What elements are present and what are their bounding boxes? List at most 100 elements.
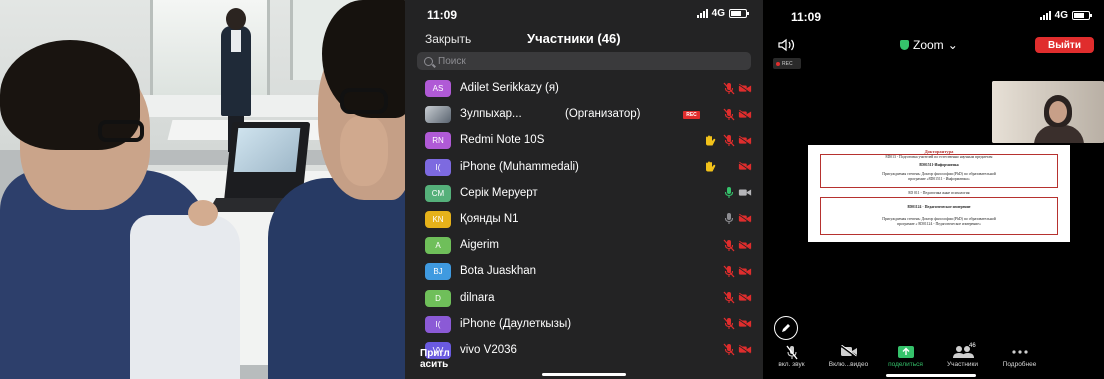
avatar: RN <box>425 132 451 150</box>
zoom-label: Zoom <box>913 38 944 52</box>
search-input[interactable] <box>438 55 718 67</box>
camera-off-icon <box>738 133 752 147</box>
photo-student <box>268 178 405 379</box>
participant-row[interactable]: VV vivo V2036 <box>405 338 763 364</box>
slide-text: Присуждаемая степень: Доктор философии (… <box>882 172 996 176</box>
slide-text: 8D01124 - Педагогическое измерение <box>907 205 971 209</box>
participants-screen: 11:09 4G Закрыть Участники (46) AS Adilet… <box>405 0 763 379</box>
battery-icon <box>729 9 749 18</box>
participant-row[interactable]: Ddilnara <box>405 286 763 312</box>
participant-name: Aigerim <box>460 239 499 252</box>
slide-text: 8D013 - Подготовка учителей по естествен… <box>885 155 993 159</box>
mic-off-icon <box>763 345 820 360</box>
participant-list: AS Adilet Serikkazy (я) Зулпыхар... (Органи… <box>405 76 763 364</box>
video-thumbnail[interactable] <box>992 81 1104 143</box>
camera-off-icon <box>738 264 752 278</box>
shared-slide: Докторантура 8D013 - Подготовка учителей… <box>808 145 1070 242</box>
camera-off-icon <box>738 291 752 305</box>
status-time: 11:09 <box>427 8 458 22</box>
photo-student <box>340 88 388 114</box>
participant-name: Зулпыхар... <box>460 108 522 121</box>
participant-row[interactable]: I( iPhone (Даулеткызы) <box>405 312 763 338</box>
more-icon <box>991 345 1048 359</box>
avatar: I( <box>425 315 451 333</box>
mic-muted-icon <box>722 291 736 305</box>
participant-row[interactable]: KN Қоянды N1 <box>405 207 763 233</box>
recording-badge: REC <box>683 111 700 120</box>
zoom-menu[interactable]: Zoom ⌄ <box>900 38 958 52</box>
camera-off-icon <box>738 343 752 357</box>
slide-box <box>820 197 1058 235</box>
photo-student <box>340 116 388 186</box>
participant-name: Bota Juaskhan <box>460 265 537 278</box>
participant-name: Серік Меруерт <box>460 186 538 199</box>
participant-name: vivo V2036 <box>460 343 517 356</box>
participant-name: Қоянды N1 <box>460 212 519 225</box>
participant-row[interactable]: CM Серік Меруерт <box>405 181 763 207</box>
photo-window <box>150 0 270 95</box>
leave-button[interactable]: Выйти <box>1035 37 1094 53</box>
invite-button[interactable]: Пригл асить <box>420 348 450 370</box>
photo-student <box>98 120 144 142</box>
home-indicator <box>542 373 626 376</box>
camera-off-icon <box>738 107 752 121</box>
search-bar[interactable] <box>417 52 751 70</box>
shield-icon <box>900 40 909 50</box>
participant-role: (Организатор) <box>565 108 641 121</box>
participants-icon <box>934 345 991 359</box>
home-indicator <box>886 374 976 377</box>
mic-muted-icon <box>722 238 736 252</box>
start-video-button[interactable]: Вклю...видео <box>820 343 877 379</box>
status-indicators: 4G <box>1039 10 1092 21</box>
recording-label: REC <box>782 60 793 67</box>
participant-name: iPhone (Muhammedali) <box>460 160 579 173</box>
signal-icon <box>696 9 708 18</box>
photo-student <box>188 200 218 226</box>
speaker-icon[interactable] <box>778 38 796 57</box>
avatar <box>425 106 451 124</box>
slide-text: 8D 011 - Педагогика және психология <box>908 191 970 195</box>
raised-hand-icon <box>703 133 717 147</box>
slide-text: 8D01511-Информатика <box>919 163 959 167</box>
camera-off-icon <box>738 160 752 174</box>
slide-text: Присуждаемая степень: Доктор философии (… <box>882 217 996 221</box>
avatar: D <box>425 289 451 307</box>
photo-student <box>130 215 240 379</box>
participant-row[interactable]: Зулпыхар... (Организатор) REC <box>405 102 763 128</box>
recording-indicator: REC <box>773 58 801 69</box>
participant-name: iPhone (Даулеткызы) <box>460 317 572 330</box>
camera-off-icon <box>738 81 752 95</box>
photo-teacher <box>226 8 246 30</box>
close-button[interactable]: Закрыть <box>425 32 471 46</box>
camera-icon <box>738 186 752 200</box>
toolbar-label: Вклю...видео <box>828 361 869 368</box>
participant-row[interactable]: AS Adilet Serikkazy (я) <box>405 76 763 102</box>
toolbar-label: поделиться <box>888 361 923 368</box>
participant-row[interactable]: RN Redmi Note 10S <box>405 128 763 154</box>
avatar: BJ <box>425 263 451 281</box>
unmute-button[interactable]: вкл. звук <box>763 343 820 379</box>
raised-hand-icon <box>703 160 717 174</box>
status-indicators: 4G <box>696 8 749 19</box>
participant-name: Redmi Note 10S <box>460 134 545 147</box>
signal-icon <box>1039 11 1051 20</box>
slide-text: программе « 8D01124 - Педагогическое изм… <box>897 222 981 226</box>
invite-label: асить <box>420 359 449 370</box>
participant-row[interactable]: I(iPhone (Muhammedali) <box>405 155 763 181</box>
more-button[interactable]: Подробнее <box>991 343 1048 379</box>
participant-row[interactable]: A Aigerim <box>405 233 763 259</box>
participants-title: Участники (46) <box>527 31 621 46</box>
annotate-button[interactable] <box>774 316 798 340</box>
avatar: AS <box>425 80 451 97</box>
toolbar-label: Подробнее <box>1002 361 1037 368</box>
camera-off-icon <box>738 238 752 252</box>
participant-name: Adilet Serikkazy (я) <box>460 82 559 94</box>
status-time: 11:09 <box>791 10 822 24</box>
avatar: CM <box>425 184 451 202</box>
share-screen-icon <box>877 345 934 359</box>
avatar: KN <box>425 210 451 228</box>
participant-row[interactable]: BJ Bota Juaskhan <box>405 259 763 285</box>
mic-icon <box>722 212 736 226</box>
photo-teacher <box>231 30 241 52</box>
mic-muted-icon <box>722 81 736 95</box>
